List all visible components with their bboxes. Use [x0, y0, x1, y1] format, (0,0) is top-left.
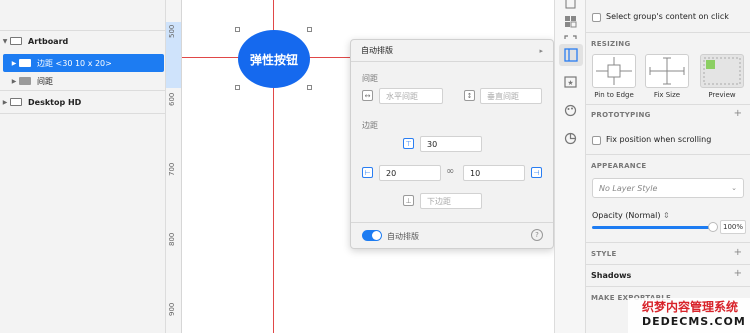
- ruler-label: 900: [168, 302, 176, 316]
- padding-right-icon: ⊣: [531, 167, 542, 178]
- layer-name: Desktop HD: [28, 97, 82, 107]
- toggle-label: 自动排版: [387, 232, 419, 241]
- auto-layout-toggle[interactable]: [362, 230, 382, 241]
- pin-to-edge-option[interactable]: [592, 54, 636, 88]
- artboard-icon: [10, 37, 22, 45]
- vertical-spacing-input[interactable]: 垂直间距: [480, 88, 542, 104]
- popover-header[interactable]: 自动排版 ▸: [351, 40, 553, 62]
- add-shadow-icon[interactable]: +: [734, 268, 742, 279]
- vertical-ruler: 500 600 700 800 900: [166, 0, 182, 333]
- resize-handle[interactable]: [307, 27, 312, 32]
- popover-footer: 自动排版 ?: [351, 222, 553, 248]
- preview-label: Preview: [708, 91, 736, 99]
- resizing-title: RESIZING: [591, 40, 631, 48]
- opacity-slider-knob[interactable]: [708, 222, 718, 232]
- padding-top-input[interactable]: 30: [420, 136, 482, 152]
- collapse-arrow-icon[interactable]: ▶: [9, 60, 19, 67]
- layer-name: 间距: [37, 76, 53, 86]
- add-prototyping-icon[interactable]: +: [734, 108, 742, 119]
- fix-position-checkbox[interactable]: [592, 136, 601, 145]
- ruler-label: 800: [168, 232, 176, 246]
- opacity-slider-track[interactable]: [592, 226, 716, 229]
- resize-handle[interactable]: [235, 85, 240, 90]
- auto-layout-popover: 自动排版 ▸ 间距 ↔ 水平间距 ↕ 垂直间距 边距 ⊤ 30 ⊢ 20 ∞ 1…: [350, 39, 554, 249]
- chevron-right-icon[interactable]: ▸: [539, 47, 543, 55]
- resize-handle[interactable]: [235, 27, 240, 32]
- chart-icon[interactable]: [563, 131, 578, 146]
- folder-icon: [19, 59, 31, 67]
- layers-panel: ▼ Artboard ▶ 边距 <30 10 x 20> ▶ 间距 ▶ Desk…: [0, 0, 166, 333]
- ruler-label: 700: [168, 162, 176, 176]
- watermark: 织梦内容管理系统 DEDECMS.COM: [628, 298, 750, 333]
- fix-size-label: Fix Size: [653, 91, 681, 99]
- align-icon[interactable]: [563, 0, 578, 11]
- layer-desktop-hd[interactable]: ▶ Desktop HD: [0, 93, 166, 111]
- select-group-checkbox[interactable]: [592, 13, 601, 22]
- link-icon[interactable]: ∞: [446, 166, 454, 177]
- padding-right-input[interactable]: 10: [463, 165, 525, 181]
- padding-top-icon: ⊤: [403, 138, 414, 149]
- prototyping-title: PROTOTYPING: [591, 111, 651, 119]
- collapse-arrow-icon[interactable]: ▶: [0, 99, 10, 106]
- expand-arrow-icon[interactable]: ▼: [0, 38, 10, 45]
- symbol-icon[interactable]: ★: [563, 74, 578, 89]
- padding-bottom-input[interactable]: 下边距: [420, 193, 482, 209]
- layer-style-value: No Layer Style: [599, 183, 658, 193]
- ruler-label: 500: [168, 24, 176, 38]
- svg-text:★: ★: [567, 79, 573, 87]
- shadows-title: Shadows: [591, 271, 632, 280]
- folder-icon: [19, 77, 31, 85]
- layer-name: Artboard: [28, 36, 69, 46]
- help-icon[interactable]: ?: [531, 229, 543, 241]
- layer-padding-group[interactable]: ▶ 边距 <30 10 x 20>: [3, 54, 164, 72]
- fix-size-option[interactable]: [645, 54, 689, 88]
- style-title: STYLE: [591, 250, 617, 258]
- artboard-icon: [10, 98, 22, 106]
- padding-left-icon: ⊢: [362, 167, 373, 178]
- appearance-title: APPEARANCE: [591, 162, 647, 170]
- ruler-label: 600: [168, 92, 176, 106]
- fix-position-label: Fix position when scrolling: [606, 135, 712, 144]
- opacity-label: Opacity (Normal) ⇕: [592, 211, 670, 220]
- select-group-label: Select group's content on click: [606, 12, 729, 21]
- padding-left-input[interactable]: 20: [379, 165, 441, 181]
- layer-artboard[interactable]: ▼ Artboard: [0, 32, 166, 50]
- stepper-arrows-icon[interactable]: ⇕: [663, 211, 670, 220]
- vertical-spacing-icon: ↕: [464, 90, 475, 101]
- preview-box: [700, 54, 744, 88]
- watermark-line2: DEDECMS.COM: [642, 315, 746, 328]
- layer-name: 边距 <30 10 x 20>: [37, 58, 112, 68]
- resize-handle[interactable]: [307, 85, 312, 90]
- elastic-button[interactable]: 弹性按钮: [238, 30, 310, 88]
- inspector-panel: Select group's content on click RESIZING…: [586, 0, 750, 333]
- theme-icon[interactable]: [563, 103, 578, 118]
- inspector-toolbar: ★: [554, 0, 586, 333]
- padding-bottom-icon: ⊥: [403, 195, 414, 206]
- chevron-down-icon: ⌄: [731, 184, 737, 192]
- spacing-label: 间距: [362, 74, 378, 83]
- horizontal-spacing-icon: ↔: [362, 90, 373, 101]
- add-style-icon[interactable]: +: [734, 247, 742, 258]
- pin-to-edge-label: Pin to Edge: [594, 91, 634, 99]
- grid-icon[interactable]: [563, 14, 578, 29]
- padding-label: 边距: [362, 121, 378, 130]
- layer-spacing-group[interactable]: ▶ 间距: [0, 72, 166, 90]
- popover-title: 自动排版: [361, 46, 393, 55]
- opacity-value-input[interactable]: 100%: [720, 220, 746, 234]
- collapse-arrow-icon[interactable]: ▶: [9, 78, 19, 85]
- horizontal-spacing-input[interactable]: 水平间距: [379, 88, 443, 104]
- watermark-line1: 织梦内容管理系统: [642, 300, 739, 314]
- layer-style-select[interactable]: No Layer Style ⌄: [592, 178, 744, 198]
- layout-icon[interactable]: [559, 44, 583, 66]
